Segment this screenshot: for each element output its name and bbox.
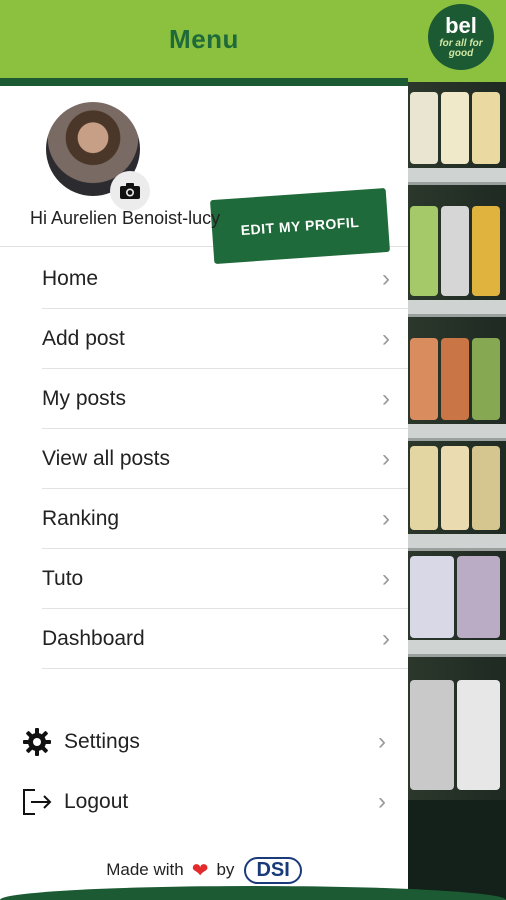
camera-glyph [120, 183, 140, 199]
gear-icon [20, 725, 54, 759]
menu-item-label: Ranking [42, 506, 120, 530]
menu-item-label: View all posts [42, 446, 171, 470]
chevron-right-icon: › [378, 728, 386, 755]
side-drawer: Menu EDIT MY PROFIL Hi Aurelien Benoist-… [0, 0, 408, 900]
header-divider [0, 78, 408, 86]
shelf [408, 168, 506, 185]
dsi-logo: DSI [244, 856, 302, 884]
menu-item-view-all-posts[interactable]: View all posts › [42, 429, 408, 489]
menu-item-label: Home [42, 266, 99, 290]
menu-item-ranking[interactable]: Ranking › [42, 489, 408, 549]
menu-item-label: My posts [42, 386, 127, 410]
shelf-products [410, 556, 500, 638]
shelf-products [410, 338, 500, 420]
shelf-products [410, 92, 500, 164]
floor-area [408, 800, 506, 900]
chevron-right-icon: › [382, 264, 390, 292]
logo-text: bel [445, 13, 477, 38]
shelf [408, 424, 506, 441]
chevron-right-icon: › [382, 384, 390, 412]
heart-icon: ❤ [191, 859, 209, 882]
menu-item-tuto[interactable]: Tuto › [42, 549, 408, 609]
chevron-right-icon: › [378, 788, 386, 815]
main-menu: Home › Add post › My posts › View all po… [42, 249, 408, 669]
by-text: by [216, 860, 235, 879]
chevron-right-icon: › [382, 564, 390, 592]
profile-section: EDIT MY PROFIL Hi Aurelien Benoist-lucy [0, 86, 408, 265]
settings-label: Settings [64, 730, 140, 753]
menu-item-add-post[interactable]: Add post › [42, 309, 408, 369]
chevron-right-icon: › [382, 504, 390, 532]
menu-item-dashboard[interactable]: Dashboard › [42, 609, 408, 669]
shelf-products [410, 206, 500, 296]
bel-logo: bel for all for good [428, 4, 494, 70]
shelf [408, 300, 506, 317]
shelf [408, 534, 506, 551]
logout-button[interactable]: Logout › [0, 774, 408, 830]
made-with-text: Made with [106, 860, 184, 879]
shelf-products [410, 446, 500, 530]
menu-item-label: Tuto [42, 566, 84, 590]
logout-icon [20, 785, 54, 819]
chevron-right-icon: › [382, 444, 390, 472]
drawer-header: Menu [0, 0, 408, 78]
menu-item-label: Add post [42, 326, 125, 350]
chevron-right-icon: › [382, 624, 390, 652]
menu-item-home[interactable]: Home › [42, 249, 408, 309]
menu-item-label: Dashboard [42, 626, 145, 650]
settings-button[interactable]: Settings › [0, 714, 408, 770]
menu-item-my-posts[interactable]: My posts › [42, 369, 408, 429]
logo-tagline: for all for good [439, 38, 483, 59]
logout-label: Logout [64, 790, 129, 813]
camera-icon[interactable] [110, 171, 150, 211]
chevron-right-icon: › [382, 324, 390, 352]
shelf [408, 640, 506, 657]
drawer-title: Menu [169, 23, 239, 54]
shelf-products [410, 680, 500, 790]
user-greeting: Hi Aurelien Benoist-lucy [30, 208, 221, 228]
